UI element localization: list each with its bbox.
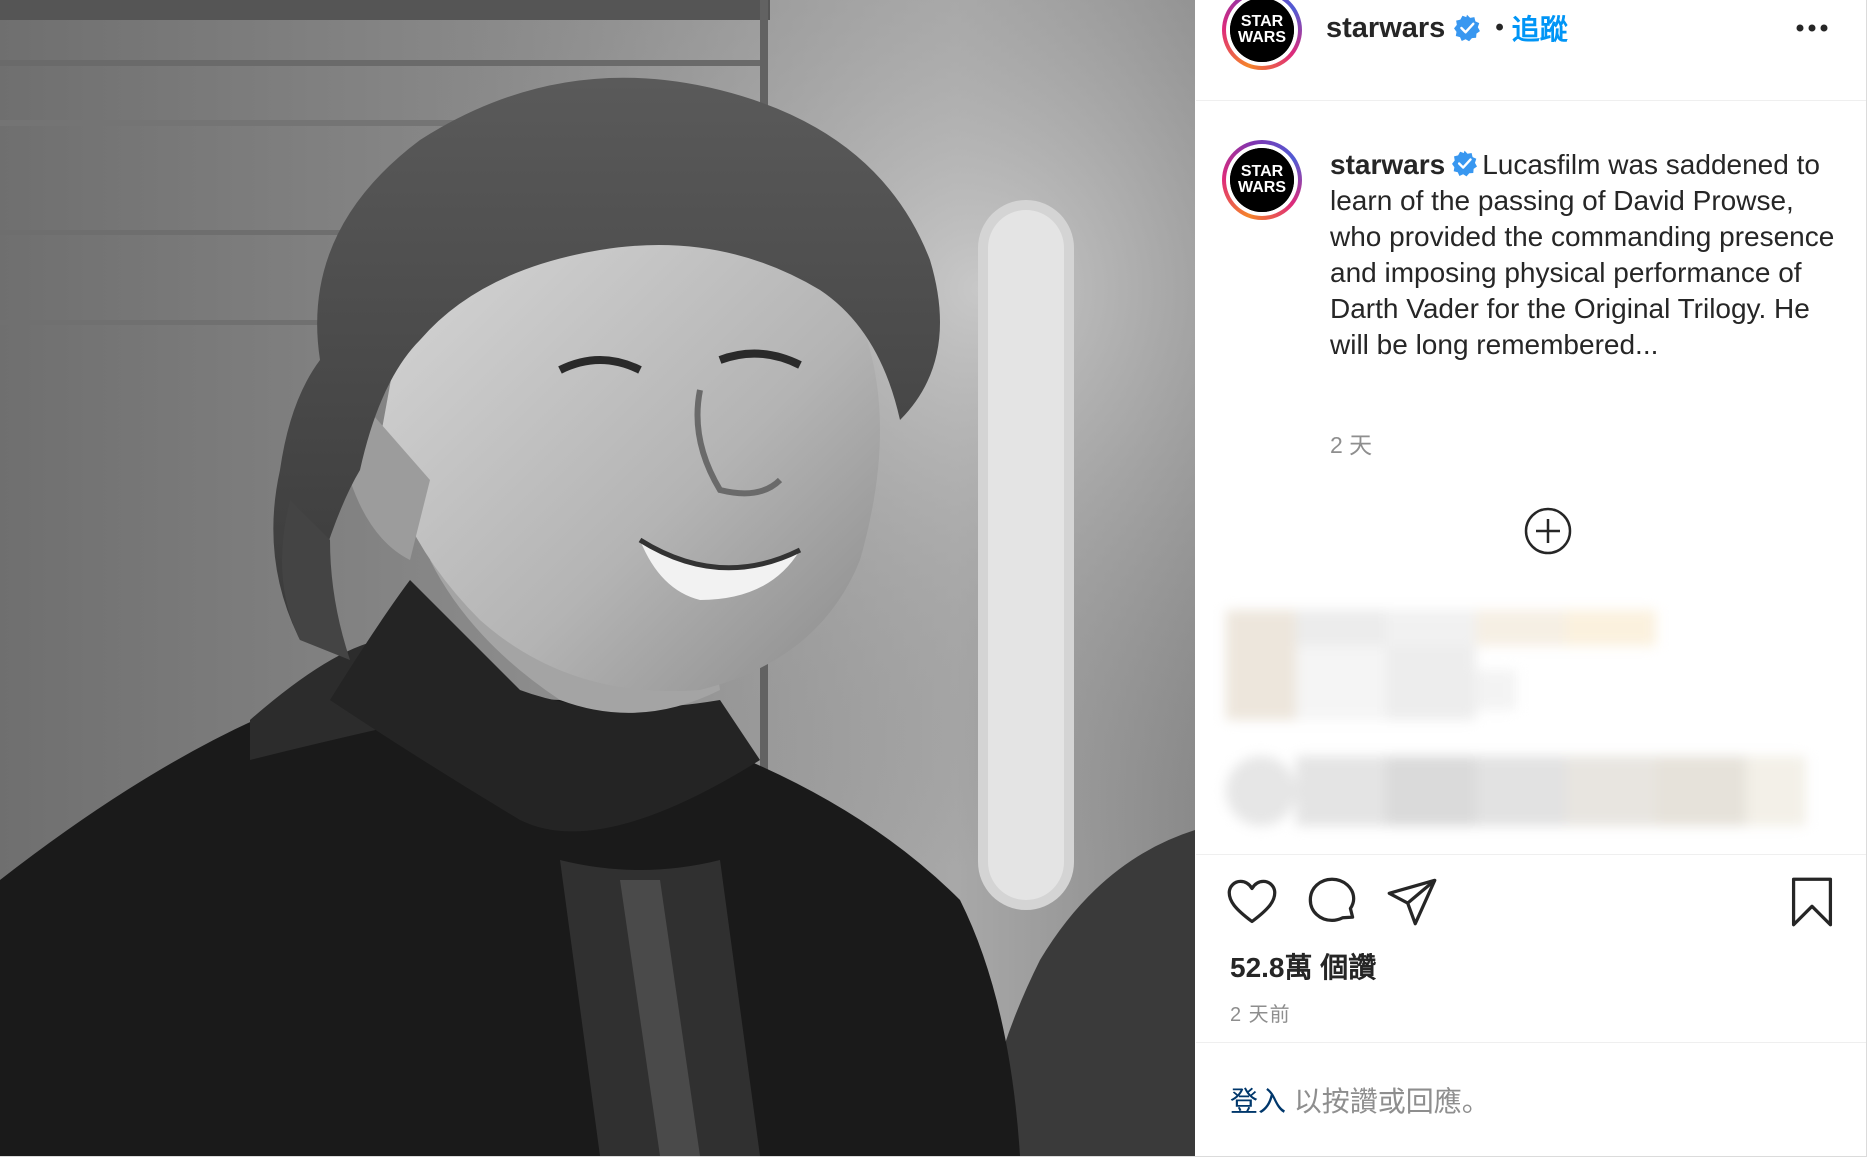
post-date: 2 天前 [1230,1004,1291,1026]
post-photo[interactable] [0,0,1195,1156]
paper-plane-icon[interactable] [1386,876,1438,928]
logo-line-1: STAR [1241,13,1284,30]
post-caption: starwars Lucasfilm was saddened to learn… [1330,147,1840,363]
action-bar [1226,876,1836,936]
header-username[interactable]: starwars [1326,12,1445,45]
post-side-panel: STAR WARS starwars • 追蹤 STAR WARS starwa… [1196,0,1866,1156]
heart-icon[interactable] [1226,876,1278,928]
post-container: STAR WARS starwars • 追蹤 STAR WARS starwa… [0,0,1867,1157]
caption-username[interactable]: starwars [1330,149,1445,180]
more-options-icon[interactable] [1792,16,1832,40]
comment-icon[interactable] [1306,876,1358,928]
plus-circle-icon[interactable] [1523,506,1573,556]
starwars-logo-icon: STAR WARS [1230,0,1294,62]
header-user-row: starwars • 追蹤 [1326,8,1568,48]
view-count[interactable]: 52.8萬 個讚 [1230,946,1376,986]
logo-line-2: WARS [1238,179,1286,196]
footer-divider [1196,1042,1866,1043]
blurred-comment [1226,756,1806,826]
caption-age: 2 天 [1330,432,1373,458]
starwars-logo-icon: STAR WARS [1230,148,1294,212]
header-avatar[interactable]: STAR WARS [1222,0,1302,70]
blurred-comment [1226,610,1656,720]
verified-badge-icon [1451,150,1478,177]
bookmark-icon[interactable] [1786,876,1838,928]
header-divider [1196,100,1866,101]
verified-badge-icon [1453,14,1481,42]
caption-avatar[interactable]: STAR WARS [1222,140,1302,220]
header-separator: • [1495,14,1504,41]
login-link[interactable]: 登入 [1230,1086,1286,1117]
logo-line-2: WARS [1238,29,1286,46]
logo-line-1: STAR [1241,163,1284,180]
actions-divider [1196,854,1866,855]
login-prompt: 登入 以按讚或回應。 [1230,1080,1490,1120]
follow-button[interactable]: 追蹤 [1512,8,1568,48]
caption-text: Lucasfilm was saddened to learn of the p… [1330,149,1835,360]
login-suffix: 以按讚或回應。 [1286,1086,1490,1117]
photo-illustration [0,0,1195,1156]
